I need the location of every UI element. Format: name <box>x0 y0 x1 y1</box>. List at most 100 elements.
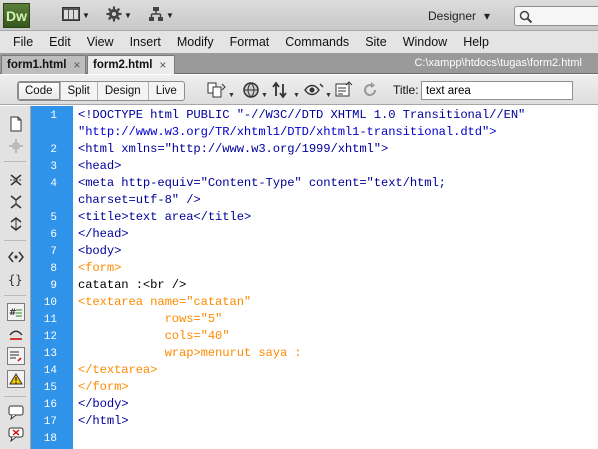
code-line[interactable]: cols="40" <box>78 329 230 346</box>
code-line[interactable]: <form> <box>78 261 121 278</box>
chevron-down-icon: ▼ <box>325 91 332 99</box>
chevron-down-icon: ▼ <box>261 91 268 99</box>
code-line[interactable]: rows="5" <box>78 312 223 329</box>
validate-icon <box>334 80 354 102</box>
expand-all-icon[interactable] <box>8 216 24 232</box>
search-icon <box>519 10 533 24</box>
title-input[interactable] <box>421 81 573 100</box>
workspace-switcher[interactable]: Designer ▾ <box>428 7 490 24</box>
menu-file[interactable]: File <box>5 35 41 49</box>
line-number: 9 <box>50 280 57 292</box>
refresh-icon <box>362 81 378 102</box>
collapse-tag-icon[interactable] <box>8 172 24 188</box>
refresh-button[interactable] <box>362 81 378 101</box>
menu-window[interactable]: Window <box>395 35 455 49</box>
menu-edit[interactable]: Edit <box>41 35 79 49</box>
design-view-button[interactable]: Design <box>98 82 149 100</box>
split-view-button[interactable]: Split <box>61 82 98 100</box>
code-line[interactable]: </body> <box>78 397 129 414</box>
word-wrap-icon[interactable] <box>7 370 25 388</box>
code-line[interactable]: <meta http-equiv="Content-Type" content=… <box>78 176 446 193</box>
line-number: 8 <box>50 263 57 275</box>
file-management-icon <box>207 81 227 102</box>
menu-commands[interactable]: Commands <box>277 35 357 49</box>
code-line[interactable]: charset=utf-8" /> <box>78 193 201 210</box>
close-icon[interactable]: × <box>159 58 166 72</box>
menu-help[interactable]: Help <box>455 35 497 49</box>
title-label: Title: <box>393 83 419 97</box>
layout-button[interactable]: ▼ <box>62 7 90 24</box>
open-documents-icon[interactable] <box>8 116 24 132</box>
view-button-group: Code Split Design Live <box>17 81 185 101</box>
collapse-selection-icon[interactable] <box>8 194 24 210</box>
line-numbers-icon[interactable]: # <box>7 303 25 321</box>
tab-form1[interactable]: form1.html × <box>1 55 86 74</box>
tab-label: form2.html <box>93 59 153 71</box>
live-view-button[interactable]: Live <box>149 82 184 100</box>
line-number: 14 <box>43 365 57 377</box>
select-parent-tag-icon[interactable] <box>8 249 24 265</box>
code-line[interactable]: </form> <box>78 380 129 397</box>
document-tab-bar: form1.html × form2.html × C:\xampp\htdoc… <box>0 53 598 74</box>
code-line[interactable]: </html> <box>78 414 129 431</box>
show-code-navigator-icon[interactable] <box>8 138 24 154</box>
line-number: 3 <box>50 161 57 173</box>
line-number: 15 <box>43 382 57 394</box>
line-number: 17 <box>43 416 57 428</box>
chevron-down-icon: ▼ <box>293 91 300 99</box>
chevron-down-icon: ▾ <box>484 8 491 23</box>
close-icon[interactable]: × <box>73 58 80 72</box>
validate-button[interactable] <box>334 80 354 102</box>
extend-dreamweaver-button[interactable]: ▼ <box>106 6 132 25</box>
file-management-button[interactable]: ▼ <box>207 81 235 101</box>
line-number: 5 <box>50 212 57 224</box>
menu-modify[interactable]: Modify <box>169 35 222 49</box>
preview-browser-button[interactable]: ▼ <box>242 81 268 101</box>
code-editor[interactable]: <!DOCTYPE html PUBLIC "-//W3C//DTD XHTML… <box>73 106 598 449</box>
visual-aids-button[interactable]: ▼ <box>304 81 332 101</box>
code-line[interactable]: </textarea> <box>78 363 157 380</box>
line-number: 11 <box>43 314 57 326</box>
syntax-error-icon[interactable] <box>7 347 25 365</box>
menu-bar: File Edit View Insert Modify Format Comm… <box>0 31 598 53</box>
highlight-invalid-icon[interactable] <box>8 327 24 343</box>
application-bar: Dw ▼ ▼ ▼ Designer ▾ <box>0 0 598 31</box>
code-line[interactable]: <title>text area</title> <box>78 210 251 227</box>
line-number: 2 <box>50 144 57 156</box>
menu-insert[interactable]: Insert <box>122 35 169 49</box>
site-button[interactable]: ▼ <box>148 7 174 24</box>
code-line[interactable]: <body> <box>78 244 121 261</box>
line-number: 7 <box>50 246 57 258</box>
code-line[interactable]: <head> <box>78 159 121 176</box>
remove-comment-icon[interactable] <box>8 426 24 442</box>
line-number: 6 <box>50 229 57 241</box>
toolbar-divider <box>4 161 26 162</box>
menu-site[interactable]: Site <box>357 35 395 49</box>
code-line[interactable]: <!DOCTYPE html PUBLIC "-//W3C//DTD XHTML… <box>78 108 525 125</box>
refresh-design-icon <box>272 81 292 102</box>
line-number: 1 <box>50 110 57 122</box>
line-number: 12 <box>43 331 57 343</box>
code-line[interactable]: "http://www.w3.org/TR/xhtml1/DTD/xhtml1-… <box>78 125 497 142</box>
code-line[interactable]: <html xmlns="http://www.w3.org/1999/xhtm… <box>78 142 388 159</box>
code-line[interactable]: catatan :<br /> <box>78 278 186 295</box>
refresh-design-button[interactable]: ▼ <box>272 81 300 101</box>
workspace-label: Designer <box>428 8 477 23</box>
balance-braces-icon[interactable]: {} <box>8 272 24 288</box>
menu-format[interactable]: Format <box>222 35 278 49</box>
coding-toolbar: {} # <box>0 106 31 449</box>
gear-icon <box>106 6 122 25</box>
code-line[interactable]: wrap>menurut saya : <box>78 346 302 363</box>
code-line[interactable]: </head> <box>78 227 129 244</box>
code-line[interactable]: <textarea name="catatan" <box>78 295 251 312</box>
search-input[interactable] <box>514 6 598 26</box>
toolbar-divider <box>4 396 26 397</box>
apply-comment-icon[interactable] <box>8 404 24 420</box>
code-view-button[interactable]: Code <box>18 82 61 100</box>
menu-view[interactable]: View <box>79 35 122 49</box>
svg-text:{}: {} <box>8 273 22 287</box>
tab-form2[interactable]: form2.html × <box>87 55 175 74</box>
preview-browser-icon <box>242 81 260 102</box>
line-number: 13 <box>43 348 57 360</box>
chevron-down-icon: ▼ <box>124 11 132 20</box>
